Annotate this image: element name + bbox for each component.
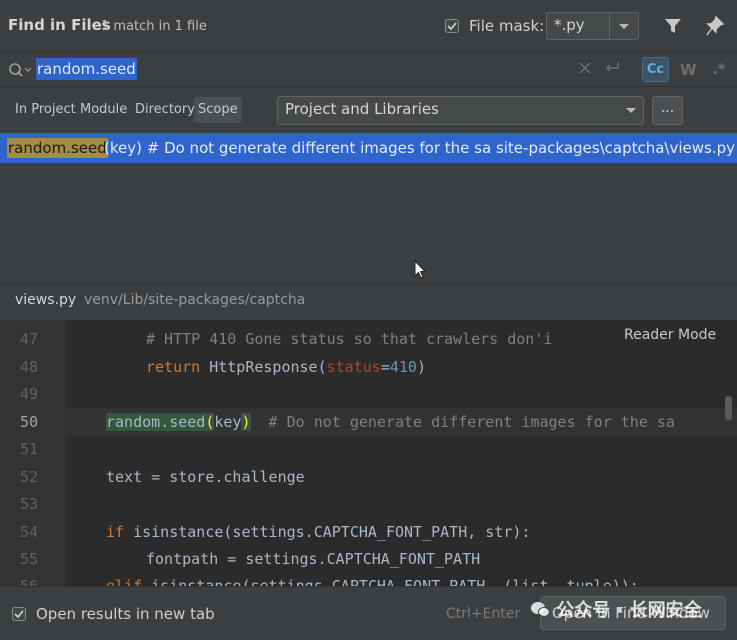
wechat-icon <box>531 602 550 617</box>
code-line-47: # HTTP 410 Gone status so that crawlers … <box>146 330 552 348</box>
check-icon <box>447 22 457 31</box>
tab-scope[interactable]: Scope <box>194 97 242 123</box>
code-identifier: seed <box>169 413 206 431</box>
line-number: 54 <box>19 523 38 541</box>
code-comment: # Do not generate different images for t… <box>250 413 675 431</box>
code-number: 410 <box>389 358 417 376</box>
line-number: 49 <box>19 385 38 403</box>
code-line-48: return HttpResponse(status=410) <box>146 358 426 376</box>
file-mask-label: File mask: <box>469 17 545 35</box>
code-text: isinstance(settings.CAPTCHA_FONT_PATH, s… <box>124 523 531 541</box>
code-param: status <box>326 358 381 376</box>
filter-icon[interactable] <box>664 17 682 35</box>
tab-directory[interactable]: Directory <box>135 102 195 117</box>
code-call: HttpResponse( <box>200 358 327 376</box>
shortcut-hint: Ctrl+Enter <box>446 606 521 622</box>
search-icon[interactable] <box>8 62 32 78</box>
tab-module[interactable]: Module <box>80 102 127 117</box>
watermark-text: 公众号 · 长网安全 <box>556 600 702 621</box>
line-number: 53 <box>19 495 38 513</box>
file-mask-divider <box>609 12 610 40</box>
line-number: 52 <box>19 468 38 486</box>
preview-file-name: views.py <box>15 292 77 308</box>
editor-scrollbar-thumb[interactable] <box>725 396 732 420</box>
code-keyword: if <box>106 523 125 541</box>
match-count: 1 match in 1 file <box>101 19 207 34</box>
code-line-52: text = store.challenge <box>106 468 305 486</box>
chevron-down-icon[interactable] <box>618 23 630 30</box>
watermark: 公众号 · 长网安全 <box>530 596 702 622</box>
cursor-icon <box>414 260 426 279</box>
line-number: 48 <box>19 358 38 376</box>
words-button[interactable]: W <box>680 61 697 79</box>
newline-icon[interactable] <box>604 61 620 75</box>
match-case-button[interactable]: Cc <box>642 57 669 82</box>
code-operator: = <box>380 358 390 376</box>
scope-dropdown-value[interactable]: Project and Libraries <box>285 100 439 118</box>
code-line-55: fontpath = settings.CAPTCHA_FONT_PATH <box>146 550 480 568</box>
file-mask-checkbox[interactable] <box>445 19 459 33</box>
regex-button[interactable]: .* <box>712 60 726 78</box>
code-text: text = store.challenge <box>106 468 305 486</box>
code-dot: . <box>160 413 170 431</box>
search-input[interactable]: random.seed <box>36 58 137 80</box>
open-new-tab-checkbox[interactable] <box>12 607 26 621</box>
code-keyword: return <box>146 358 201 376</box>
dialog-title: Find in Files <box>8 16 111 34</box>
tab-in-project[interactable]: In Project <box>15 102 76 117</box>
check-icon <box>14 610 24 619</box>
code-match-highlight: random.seed <box>106 413 206 431</box>
code-text: fontpath = settings.CAPTCHA_FONT_PATH <box>146 550 481 568</box>
code-paren-match: ) <box>241 413 251 431</box>
code-comment: # HTTP 410 Gone status so that crawlers … <box>146 330 553 348</box>
line-number: 55 <box>19 550 38 568</box>
file-mask-value[interactable]: *.py <box>554 16 585 34</box>
code-line-50: random.seed(key) # Do not generate diffe… <box>106 413 675 431</box>
result-match-highlight: random.seed <box>7 138 108 158</box>
pin-icon[interactable] <box>706 16 724 36</box>
code-arg: key <box>214 413 242 431</box>
line-number: 47 <box>19 330 38 348</box>
line-number: 51 <box>19 440 38 458</box>
clear-icon[interactable] <box>579 62 591 74</box>
preview-file-path: venv/Lib/site-packages/captcha <box>84 292 306 308</box>
line-number-current: 50 <box>19 413 38 431</box>
line-number-gutter: 47 48 49 50 51 52 53 54 55 56 <box>0 320 66 595</box>
code-identifier: random <box>106 413 161 431</box>
open-new-tab-label[interactable]: Open results in new tab <box>36 605 215 623</box>
code-paren: ) <box>416 358 426 376</box>
scope-more-button[interactable]: ... <box>652 96 683 125</box>
code-line-54: if isinstance(settings.CAPTCHA_FONT_PATH… <box>106 523 530 541</box>
chevron-down-icon[interactable] <box>625 107 637 114</box>
result-text: (key) # Do not generate different images… <box>104 139 737 157</box>
reader-mode-button[interactable]: Reader Mode <box>620 327 721 343</box>
